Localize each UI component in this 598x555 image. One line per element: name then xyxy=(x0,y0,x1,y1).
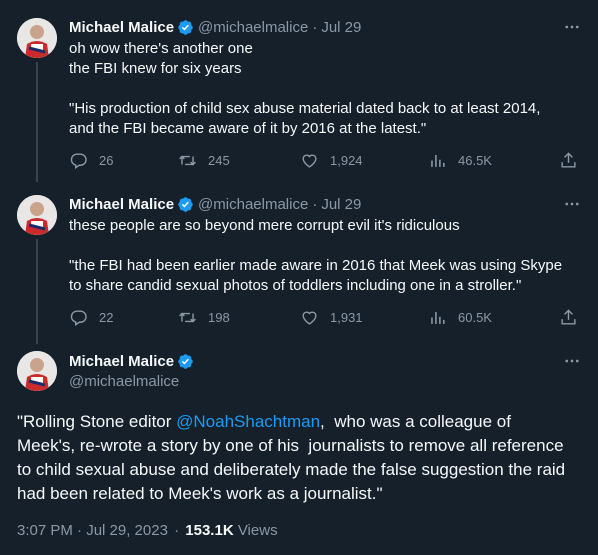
like-button[interactable]: 1,931 xyxy=(300,308,363,327)
more-options-icon[interactable] xyxy=(563,352,581,370)
retweet-icon xyxy=(179,312,196,323)
verified-badge-icon xyxy=(178,353,193,369)
tweet-header: Michael Malice @michaelmalice · Jul 29 xyxy=(69,194,361,214)
retweet-button[interactable]: 198 xyxy=(178,308,230,327)
separator: · xyxy=(312,195,318,213)
retweet-button[interactable]: 245 xyxy=(178,151,230,170)
retweet-count: 198 xyxy=(208,310,230,325)
tweet-text: oh wow there's another one the FBI knew … xyxy=(69,40,541,137)
tweet-header: Michael Malice xyxy=(69,351,198,371)
timestamp[interactable]: 3:07 PM · Jul 29, 2023 xyxy=(17,522,168,539)
main-tweet-text: "Rolling Stone editor @NoahShachtman, wh… xyxy=(17,410,587,506)
reply-count: 22 xyxy=(99,310,114,325)
author-name[interactable]: Michael Malice xyxy=(69,353,174,370)
tweet-date[interactable]: Jul 29 xyxy=(321,19,361,36)
tweet-meta: 3:07 PM · Jul 29, 2023 · 153.1K Views xyxy=(17,522,278,539)
more-options-icon[interactable] xyxy=(563,195,581,213)
reply-button[interactable]: 26 xyxy=(69,151,113,170)
avatar[interactable] xyxy=(17,351,57,391)
author-handle[interactable]: @michaelmalice xyxy=(198,19,308,36)
reply-icon xyxy=(70,153,87,169)
tweet-date[interactable]: Jul 29 xyxy=(321,196,361,213)
tweet-header: Michael Malice @michaelmalice · Jul 29 xyxy=(69,17,361,37)
thread-line xyxy=(36,239,38,344)
more-options-icon[interactable] xyxy=(563,18,581,36)
retweet-icon xyxy=(179,155,196,166)
views-button[interactable]: 60.5K xyxy=(428,308,492,327)
avatar[interactable] xyxy=(17,195,57,235)
tweet-actions: 26 245 1,924 46.5K xyxy=(69,151,589,171)
tweet-text: these people are so beyond mere corrupt … xyxy=(69,217,563,294)
tweet-2[interactable]: Michael Malice @michaelmalice · Jul 29 t… xyxy=(0,177,598,344)
views-total: 153.1K xyxy=(185,522,234,539)
share-icon[interactable] xyxy=(559,151,578,170)
main-text-before: "Rolling Stone editor xyxy=(17,412,177,431)
share-icon[interactable] xyxy=(559,308,578,327)
tweet-actions: 22 198 1,931 60.5K xyxy=(69,308,589,328)
author-name[interactable]: Michael Malice xyxy=(69,196,174,213)
heart-icon xyxy=(302,154,317,168)
views-label: Views xyxy=(237,522,278,539)
separator: · xyxy=(174,522,180,539)
retweet-count: 245 xyxy=(208,153,230,168)
avatar[interactable] xyxy=(17,18,57,58)
separator: · xyxy=(312,18,318,36)
views-button[interactable]: 46.5K xyxy=(428,151,492,170)
author-handle[interactable]: @michaelmalice xyxy=(198,196,308,213)
views-count: 60.5K xyxy=(458,310,492,325)
thread-line xyxy=(36,62,38,182)
author-name[interactable]: Michael Malice xyxy=(69,19,174,36)
mention-link[interactable]: @NoahShachtman xyxy=(176,412,320,431)
reply-icon xyxy=(70,310,87,326)
verified-badge-icon xyxy=(178,19,193,35)
author-handle[interactable]: @michaelmalice xyxy=(69,373,179,390)
verified-badge-icon xyxy=(178,196,193,212)
heart-icon xyxy=(302,311,317,325)
views-chart-icon xyxy=(431,311,445,324)
like-button[interactable]: 1,924 xyxy=(300,151,363,170)
reply-button[interactable]: 22 xyxy=(69,308,113,327)
handle-row: @michaelmalice xyxy=(69,371,179,391)
like-count: 1,924 xyxy=(330,153,363,168)
like-count: 1,931 xyxy=(330,310,363,325)
reply-count: 26 xyxy=(99,153,114,168)
tweet-1[interactable]: Michael Malice @michaelmalice · Jul 29 o… xyxy=(0,0,598,182)
views-chart-icon xyxy=(431,154,445,167)
views-count: 46.5K xyxy=(458,153,492,168)
